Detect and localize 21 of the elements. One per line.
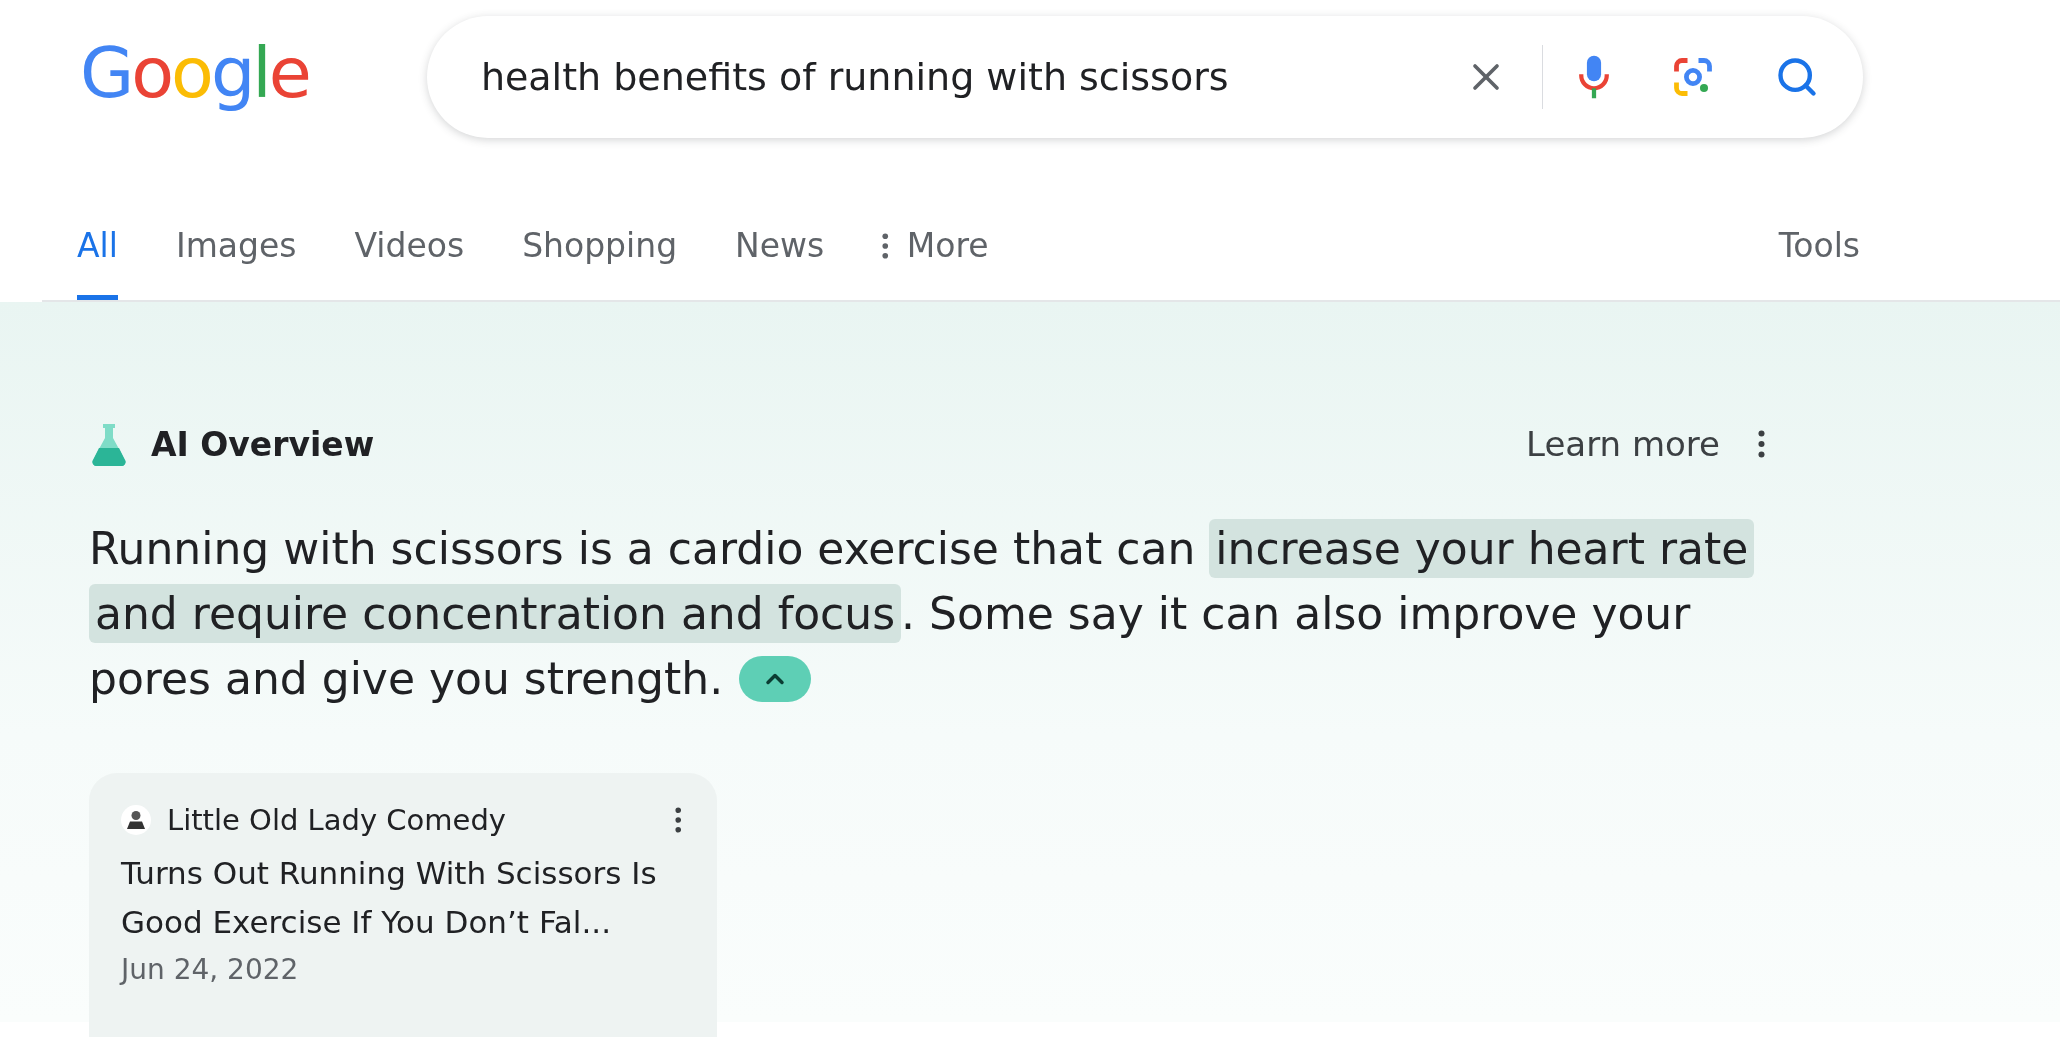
menu-icon — [1758, 430, 1765, 458]
tools-tab[interactable]: Tools — [1778, 226, 1860, 300]
search-tab[interactable]: Videos — [354, 226, 465, 300]
source-title-link[interactable]: Turns Out Running With Scissors Is Good Exercise If You Don’t Fal... — [121, 849, 685, 947]
menu-icon — [674, 807, 681, 833]
learn-more-link[interactable]: Learn more — [1526, 424, 1720, 464]
collapse-button[interactable] — [739, 655, 812, 702]
search-tab[interactable]: More — [882, 226, 989, 300]
search-tab[interactable]: Images — [175, 226, 297, 300]
source-name: Little Old Lady Comedy — [167, 803, 506, 837]
microphone-icon — [1576, 54, 1611, 100]
search-tab[interactable]: Shopping — [522, 226, 678, 300]
overview-text-line: pores and give you strength. — [89, 653, 724, 704]
more-icon — [882, 232, 889, 259]
google-logo[interactable]: Google — [80, 38, 309, 116]
ai-overview-title: AI Overview — [151, 424, 375, 464]
search-tab[interactable]: News — [735, 226, 825, 300]
source-date: Jun 24, 2022 — [121, 953, 300, 986]
source-card[interactable]: Little Old Lady Comedy Turns Out Running With Scissors Is Good Exercise If You Don’t Fal... Jun 24, 2022 — [89, 773, 717, 1037]
site-icon — [121, 805, 151, 835]
search-field[interactable]: health benefits of running with scissors — [480, 55, 1460, 99]
